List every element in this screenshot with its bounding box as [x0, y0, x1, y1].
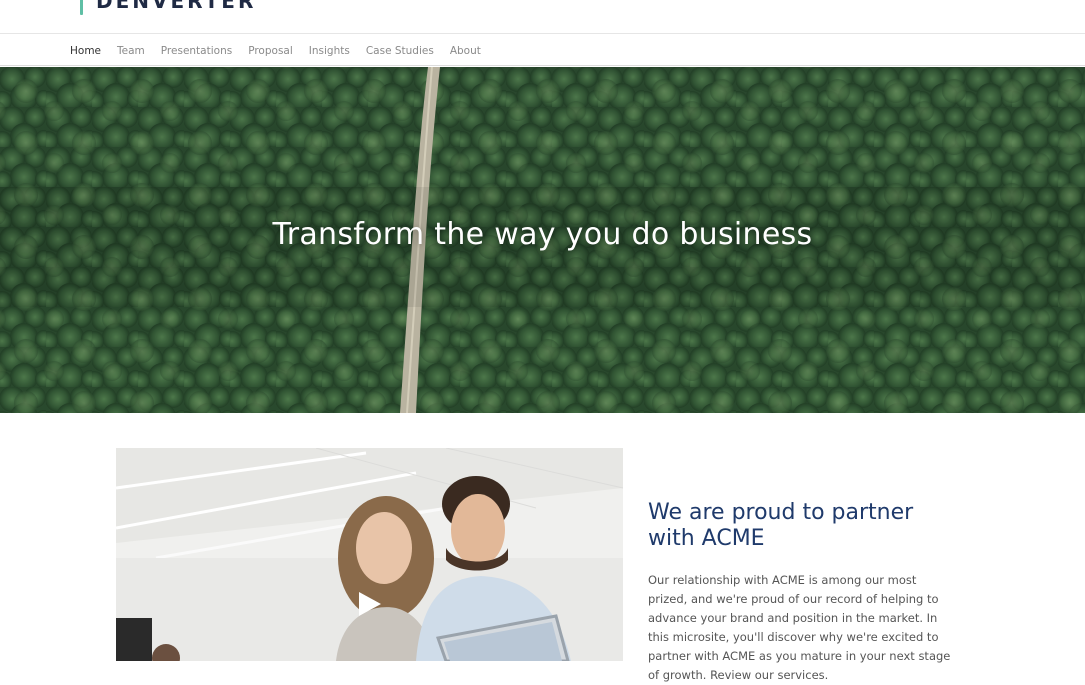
nav-item-about[interactable]: About: [450, 45, 481, 57]
brand-logo[interactable]: DENVERTER: [70, 0, 256, 16]
main-navigation: Home Team Presentations Proposal Insight…: [0, 35, 1085, 66]
video-thumbnail[interactable]: [116, 448, 623, 661]
nav-item-team[interactable]: Team: [117, 45, 145, 57]
nav-item-insights[interactable]: Insights: [309, 45, 350, 57]
nav-item-home[interactable]: Home: [70, 45, 101, 57]
logo-mark-icon: [70, 0, 86, 15]
play-icon: [359, 592, 381, 616]
partner-body-text: Our relationship with ACME is among our …: [648, 573, 951, 682]
hero-banner: Transform the way you do business: [0, 67, 1085, 413]
nav-item-case-studies[interactable]: Case Studies: [366, 45, 434, 57]
nav-item-presentations[interactable]: Presentations: [161, 45, 232, 57]
play-button[interactable]: [357, 590, 383, 618]
nav-item-proposal[interactable]: Proposal: [248, 45, 293, 57]
site-header: DENVERTER: [0, 0, 1085, 34]
office-people-image: [116, 448, 623, 661]
hero-title: Transform the way you do business: [272, 217, 813, 252]
brand-name: DENVERTER: [96, 0, 257, 13]
partner-heading: We are proud to partner with ACME: [648, 500, 914, 551]
